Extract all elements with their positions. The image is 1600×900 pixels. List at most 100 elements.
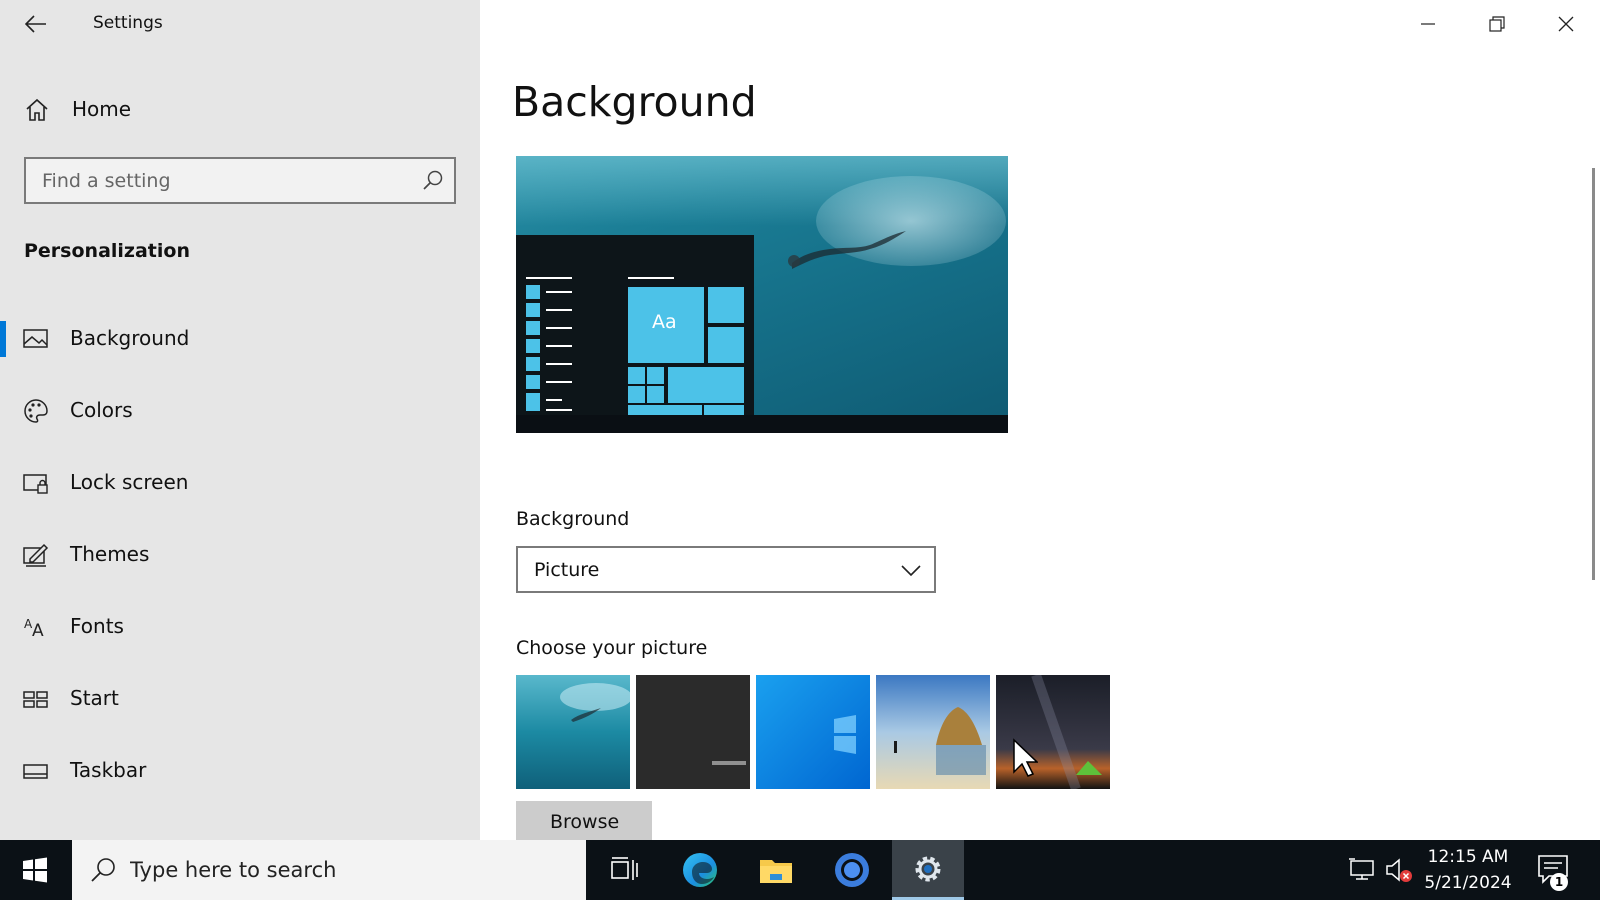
choose-picture-label: Choose your picture (516, 637, 708, 659)
windows-blue-picture (756, 675, 870, 789)
preview-start-menu: Aa (516, 235, 754, 415)
sidebar-item-label: Background (70, 326, 190, 350)
preview-large-tile: Aa (628, 287, 704, 363)
preview-tile-text: Aa (652, 311, 677, 333)
sidebar-item-start[interactable]: Start (0, 671, 480, 727)
chevron-down-icon (901, 565, 921, 577)
preview-line (546, 409, 572, 411)
search-icon[interactable] (422, 169, 444, 191)
picture-thumbnail-beach-rocks[interactable] (876, 675, 990, 789)
home-icon (26, 98, 48, 121)
preview-tile (526, 303, 540, 317)
sidebar-item-label: Fonts (70, 614, 124, 638)
sidebar-item-background[interactable]: Background (0, 311, 480, 367)
background-type-dropdown[interactable]: Picture (516, 546, 936, 593)
preview-taskbar (516, 415, 1008, 433)
vertical-scrollbar[interactable] (1592, 168, 1595, 580)
mouse-cursor-icon (1013, 738, 1038, 777)
restore-button[interactable] (1474, 4, 1520, 44)
task-view-button[interactable] (588, 840, 660, 900)
home-nav-item[interactable]: Home (0, 86, 480, 134)
picture-thumbnail-underwater[interactable] (516, 675, 630, 789)
background-type-label: Background (516, 508, 630, 530)
title-bar: Settings (0, 0, 480, 48)
notification-count-badge: 1 (1550, 873, 1568, 891)
preview-tile (668, 367, 744, 403)
dark-picture (636, 675, 750, 789)
taskbar-search-box[interactable] (72, 840, 586, 900)
picture-icon (23, 329, 48, 348)
network-icon[interactable] (1348, 856, 1378, 884)
find-setting-input[interactable] (26, 159, 406, 202)
minimize-icon (1421, 23, 1435, 25)
taskbar-search-input[interactable] (130, 840, 570, 900)
preview-tile (708, 327, 744, 363)
page-title: Background (512, 78, 757, 126)
background-preview: Aa (516, 156, 1008, 433)
preview-tile (647, 386, 664, 403)
edge-icon (683, 853, 717, 887)
selected-indicator (0, 321, 6, 357)
sidebar-item-taskbar[interactable]: Taskbar (0, 743, 480, 799)
settings-gear-icon (915, 856, 941, 881)
start-button[interactable] (0, 840, 70, 900)
preview-line (546, 399, 562, 401)
close-icon (1558, 16, 1574, 32)
preview-tile (526, 339, 540, 353)
chrome-icon (835, 853, 869, 887)
back-button[interactable] (18, 8, 54, 40)
restore-icon (1489, 16, 1505, 32)
search-icon (91, 858, 115, 882)
taskbar-icon (23, 764, 48, 779)
swimmer-figure (788, 231, 906, 269)
preview-line (546, 327, 572, 329)
windows-logo-icon (23, 857, 47, 883)
taskbar: 12:15 AM 5/21/2024 1 (0, 840, 1600, 900)
clock-date: 5/21/2024 (1424, 873, 1512, 893)
back-arrow-icon (25, 15, 46, 33)
sidebar-item-label: Colors (70, 398, 133, 422)
beach-rocks-picture (876, 675, 990, 789)
app-title: Settings (93, 13, 163, 33)
edge-taskbar-button[interactable] (664, 840, 736, 900)
preview-tile (526, 321, 540, 335)
volume-muted-icon[interactable] (1384, 856, 1414, 884)
preview-tile (526, 375, 540, 389)
themes-icon (23, 543, 49, 567)
minimize-button[interactable] (1405, 4, 1451, 44)
preview-tile (526, 357, 540, 371)
preview-tile (708, 287, 744, 323)
find-setting-search[interactable] (24, 157, 456, 204)
home-label: Home (72, 97, 132, 121)
browse-button[interactable]: Browse (516, 801, 652, 841)
picture-thumbnail-dark[interactable] (636, 675, 750, 789)
preview-tile (628, 405, 702, 415)
browse-label: Browse (550, 811, 620, 833)
preview-line (546, 291, 572, 293)
fonts-icon: AA (24, 617, 44, 641)
system-clock[interactable]: 12:15 AM 5/21/2024 (1418, 844, 1518, 896)
palette-icon (24, 399, 48, 423)
sidebar-item-label: Start (70, 686, 119, 710)
file-explorer-taskbar-button[interactable] (740, 840, 812, 900)
preview-line (628, 277, 674, 279)
preview-tile (628, 367, 645, 384)
close-button[interactable] (1543, 4, 1589, 44)
sidebar-item-lock-screen[interactable]: Lock screen (0, 455, 480, 511)
sidebar-item-label: Taskbar (70, 758, 147, 782)
sidebar-item-colors[interactable]: Colors (0, 383, 480, 439)
preview-tile (526, 285, 540, 299)
preview-tile (628, 386, 645, 403)
svg-text:A: A (32, 621, 44, 641)
task-view-icon (611, 857, 638, 880)
settings-taskbar-button[interactable] (892, 840, 964, 900)
preview-tile (647, 367, 664, 384)
sidebar-item-themes[interactable]: Themes (0, 527, 480, 583)
sidebar-item-fonts[interactable]: AA Fonts (0, 599, 480, 655)
preview-line (546, 363, 572, 365)
lock-screen-icon (23, 474, 48, 494)
picture-thumbnail-windows-blue[interactable] (756, 675, 870, 789)
preview-line (526, 277, 572, 279)
chrome-taskbar-button[interactable] (816, 840, 888, 900)
underwater-picture (516, 675, 630, 789)
